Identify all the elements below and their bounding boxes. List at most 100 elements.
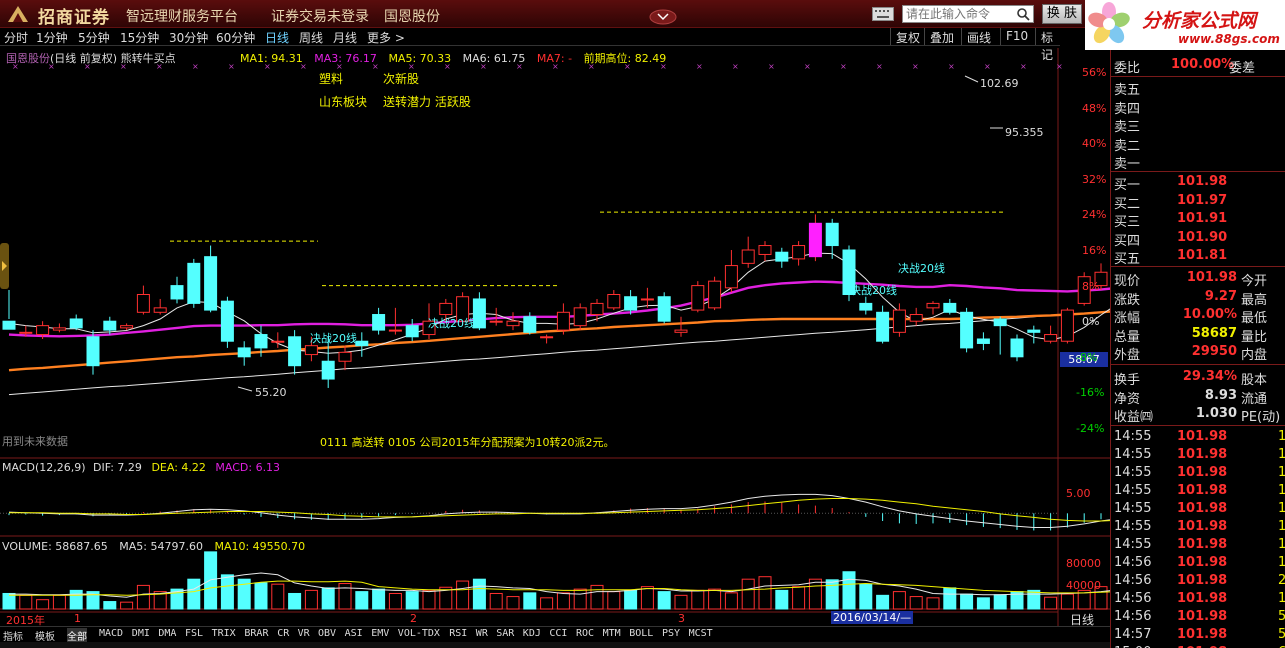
volume-bar bbox=[825, 579, 839, 610]
chart-mode: (日线 前复权) bbox=[50, 52, 118, 65]
stat-label-2: 今开 bbox=[1241, 274, 1268, 289]
bid-row: 买一 101.98 bbox=[1111, 173, 1285, 193]
pct-axis-label: 48% bbox=[1082, 101, 1107, 115]
indicator-12[interactable]: ASI bbox=[345, 628, 363, 639]
panel-divider bbox=[1111, 364, 1285, 365]
indicator-21[interactable]: MTM bbox=[603, 628, 621, 639]
tab-monthly[interactable]: 月线 bbox=[333, 29, 357, 46]
candle-body bbox=[237, 347, 251, 358]
indicator-20[interactable]: ROC bbox=[576, 628, 594, 639]
indicator-6[interactable]: FSL bbox=[185, 628, 203, 639]
stat-label-2: PE(动) bbox=[1241, 410, 1281, 425]
mark-button[interactable]: 标记 bbox=[1035, 28, 1060, 62]
tab-60min[interactable]: 60分钟 bbox=[216, 29, 255, 46]
tab-1min[interactable]: 1分钟 bbox=[36, 29, 68, 46]
candle-body bbox=[607, 294, 621, 309]
pct-axis-label: 16% bbox=[1082, 244, 1107, 257]
candle-body bbox=[136, 294, 150, 313]
stat-label-2: 流通 bbox=[1241, 391, 1268, 407]
indicator-8[interactable]: BRAR bbox=[244, 628, 268, 639]
command-input[interactable] bbox=[902, 5, 1034, 23]
tab-more[interactable]: 更多 > bbox=[367, 29, 405, 46]
indicator-24[interactable]: MCST bbox=[689, 628, 713, 639]
keyboard-icon[interactable] bbox=[872, 7, 894, 21]
indicator-9[interactable]: CR bbox=[277, 628, 289, 639]
indicator-18[interactable]: KDJ bbox=[523, 628, 541, 639]
bid-label: 买一 bbox=[1114, 178, 1141, 193]
indicator-15[interactable]: RSI bbox=[449, 628, 467, 639]
indicator-13[interactable]: EMV bbox=[371, 628, 389, 639]
candle-body bbox=[993, 318, 1007, 327]
tab-5min[interactable]: 5分钟 bbox=[78, 29, 110, 46]
bid-price: 101.81 bbox=[1177, 248, 1228, 263]
indicator-1[interactable]: 模板 bbox=[35, 628, 55, 643]
collapse-arrow-icon[interactable] bbox=[648, 8, 678, 26]
candle-body bbox=[220, 300, 234, 342]
overlay-button[interactable]: 叠加 bbox=[924, 28, 959, 45]
candle-body bbox=[590, 302, 604, 316]
volume-bar bbox=[960, 593, 974, 610]
volume-bar bbox=[590, 584, 604, 610]
indicator-14[interactable]: VOL-TDX bbox=[398, 628, 440, 639]
indicator-19[interactable]: CCI bbox=[549, 628, 567, 639]
indicator-17[interactable]: SAR bbox=[496, 628, 514, 639]
tick-time: 14:57 bbox=[1114, 627, 1152, 642]
candle-body bbox=[758, 245, 772, 255]
ma5-value: MA5: 70.33 bbox=[388, 52, 452, 65]
volume-bar bbox=[355, 591, 369, 610]
tick-time: 14:55 bbox=[1114, 537, 1152, 552]
skin-button[interactable]: 换 肤 bbox=[1042, 4, 1082, 24]
indicator-5[interactable]: DMA bbox=[158, 628, 176, 639]
indicator-0[interactable]: 指标 bbox=[3, 628, 23, 643]
draw-line-button[interactable]: 画线 bbox=[961, 28, 996, 45]
tick-price: 101.98 bbox=[1177, 573, 1228, 588]
stat-label: 涨跌 bbox=[1114, 292, 1141, 308]
indicator-11[interactable]: OBV bbox=[318, 628, 336, 639]
tab-intraday[interactable]: 分时 bbox=[4, 29, 28, 46]
candle-body bbox=[825, 222, 839, 247]
stat-row: 净资 8.93 流通 bbox=[1111, 387, 1285, 407]
indicator-3[interactable]: MACD bbox=[99, 628, 123, 639]
tab-15min[interactable]: 15分钟 bbox=[120, 29, 159, 46]
pct-axis-label: -8% bbox=[1076, 350, 1098, 364]
indicator-4[interactable]: DMI bbox=[132, 628, 150, 639]
tab-weekly[interactable]: 周线 bbox=[299, 29, 323, 46]
pct-axis-label: 24% bbox=[1082, 208, 1107, 222]
quote-panel: 委比 100.00% 委差 卖五 卖四 卖三 卖二 卖一 买一 101.98 买二 101.97 买三 1… bbox=[1110, 50, 1285, 648]
bid-price: 101.90 bbox=[1177, 229, 1228, 245]
candle-body bbox=[892, 309, 906, 333]
tick-time: 14:55 bbox=[1114, 501, 1152, 516]
indicator-22[interactable]: BOLL bbox=[629, 628, 653, 639]
indicator-23[interactable]: PSY bbox=[662, 628, 680, 639]
tab-30min[interactable]: 30分钟 bbox=[169, 29, 208, 46]
ask-row: 卖五 bbox=[1111, 78, 1285, 98]
volume-bar bbox=[993, 594, 1007, 610]
volume-bar bbox=[758, 576, 772, 610]
tick-volume: 18 bbox=[1278, 447, 1285, 462]
volume-title: VOLUME: 58687.65 bbox=[2, 540, 108, 553]
f10-button[interactable]: F10 bbox=[1000, 28, 1033, 45]
volume-bar bbox=[943, 587, 957, 610]
tick-row: 14:55 101.98 1 bbox=[1111, 482, 1285, 500]
search-icon[interactable] bbox=[1016, 7, 1030, 21]
restore-rights-button[interactable]: 复权 bbox=[890, 28, 925, 45]
indicator-2[interactable]: 全部 bbox=[67, 628, 87, 643]
brand-name: 招商证券 bbox=[38, 8, 110, 28]
bid-label: 买四 bbox=[1114, 233, 1141, 249]
candle-body bbox=[187, 262, 201, 304]
indicator-7[interactable]: TRIX bbox=[212, 628, 236, 639]
flower-logo-icon bbox=[1088, 2, 1130, 44]
trade-login-status[interactable]: 证券交易未登录 bbox=[271, 6, 369, 26]
ask-row: 卖一 bbox=[1111, 152, 1285, 172]
stat-value: 9.27 bbox=[1204, 288, 1237, 304]
tab-daily[interactable]: 日线 bbox=[265, 29, 289, 46]
tick-row: 14:55 101.98 1 bbox=[1111, 428, 1285, 446]
x-axis-month-1: 1 bbox=[74, 612, 81, 625]
side-handle-icon[interactable] bbox=[0, 243, 9, 289]
ask-label: 卖一 bbox=[1114, 157, 1141, 172]
tick-volume: 1 bbox=[1278, 537, 1285, 552]
tick-time: 14:55 bbox=[1114, 483, 1152, 498]
indicator-16[interactable]: WR bbox=[476, 628, 488, 639]
indicator-10[interactable]: VR bbox=[298, 628, 310, 639]
volume-bar bbox=[674, 594, 688, 610]
